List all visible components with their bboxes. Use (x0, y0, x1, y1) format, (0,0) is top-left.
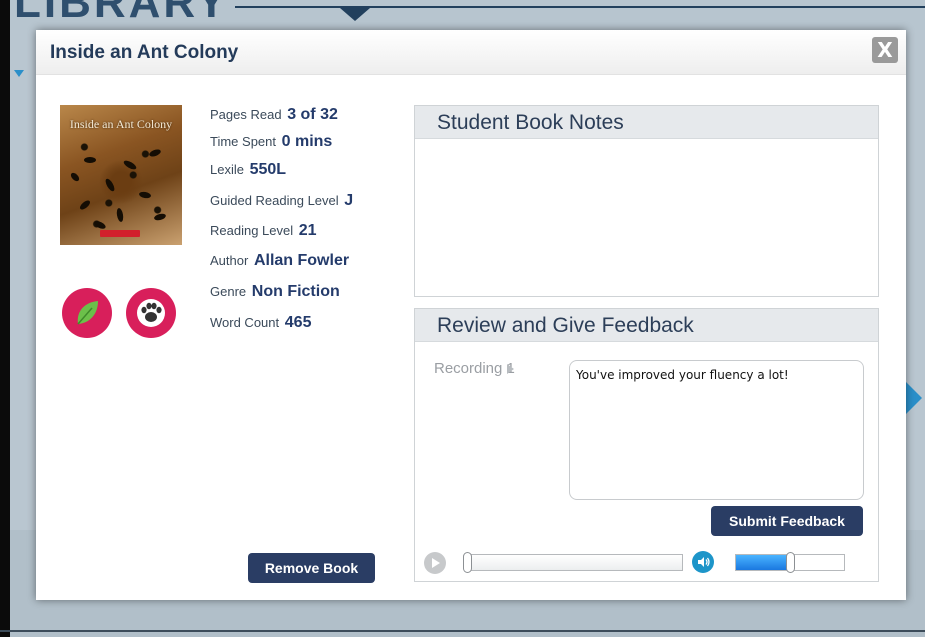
remove-book-button[interactable]: Remove Book (248, 553, 375, 583)
stat-time-spent: Time Spent 0 mins (210, 133, 332, 151)
next-arrow-icon (906, 382, 922, 414)
feedback-textarea[interactable]: You've improved your fluency a lot! (569, 360, 864, 500)
panel-title: Review and Give Feedback (437, 314, 694, 337)
stat-label: Word Count (210, 315, 280, 330)
book-cover-image: Inside an Ant Colony (60, 105, 182, 245)
stat-genre: Genre Non Fiction (210, 283, 340, 301)
stat-value: 21 (298, 222, 317, 239)
recording-item[interactable]: Recording 1 (434, 360, 515, 377)
stat-value: 0 mins (281, 133, 333, 150)
paw-icon[interactable] (126, 288, 176, 338)
stat-lexile: Lexile 550L (210, 161, 286, 179)
cover-title: Inside an Ant Colony (69, 117, 173, 131)
stat-value: 550L (249, 161, 287, 178)
stat-reading-level: Reading Level 21 (210, 222, 317, 240)
paw-glyph (137, 299, 165, 327)
window-edge (0, 0, 10, 637)
stat-value: J (344, 192, 354, 209)
play-arrow-icon (507, 364, 514, 374)
book-details-modal: Inside an Ant Colony X Inside an Ant Col… (36, 30, 906, 600)
stat-label: Genre (210, 284, 247, 299)
play-icon[interactable] (424, 552, 446, 574)
audio-seek-bar[interactable] (463, 552, 683, 573)
review-feedback-panel: Review and Give Feedback Recording 1 You… (414, 308, 879, 582)
stat-author: Author Allan Fowler (210, 252, 349, 270)
publisher-logo (100, 230, 140, 237)
background-title: LIBRARY (14, 0, 229, 27)
modal-title: Inside an Ant Colony (50, 42, 239, 63)
background-footer-line (0, 630, 925, 632)
stat-value: Non Fiction (251, 283, 340, 300)
stat-label: Time Spent (210, 134, 276, 149)
stat-value: Allan Fowler (253, 252, 350, 269)
stat-word-count: Word Count 465 (210, 314, 311, 332)
stat-pages-read: Pages Read 3 of 32 (210, 106, 338, 124)
stat-value: 465 (284, 314, 312, 331)
stat-value: 3 of 32 (287, 106, 338, 123)
stat-label: Guided Reading Level (210, 193, 339, 208)
collapse-arrow-icon (14, 70, 24, 77)
leaf-icon[interactable] (62, 288, 112, 338)
stat-label: Lexile (210, 162, 244, 177)
panel-header: Student Book Notes (415, 106, 878, 139)
modal-header: Inside an Ant Colony X (36, 30, 906, 75)
stat-guided-reading-level: Guided Reading Level J (210, 192, 353, 210)
volume-icon[interactable] (692, 551, 714, 573)
close-button[interactable]: X (872, 37, 898, 63)
seek-handle[interactable] (463, 552, 472, 573)
student-book-notes-panel: Student Book Notes (414, 105, 879, 297)
stat-label: Pages Read (210, 107, 282, 122)
header-notch (340, 8, 370, 21)
leaf-glyph (77, 301, 98, 325)
speaker-glyph (698, 557, 710, 567)
volume-level (736, 555, 790, 570)
submit-feedback-button[interactable]: Submit Feedback (711, 506, 863, 536)
stat-label: Author (210, 253, 249, 268)
header-divider (235, 6, 925, 8)
stat-label: Reading Level (210, 223, 294, 238)
panel-title: Student Book Notes (437, 111, 624, 134)
volume-handle[interactable] (786, 552, 795, 573)
volume-slider[interactable] (735, 552, 845, 573)
panel-header: Review and Give Feedback (415, 309, 878, 342)
